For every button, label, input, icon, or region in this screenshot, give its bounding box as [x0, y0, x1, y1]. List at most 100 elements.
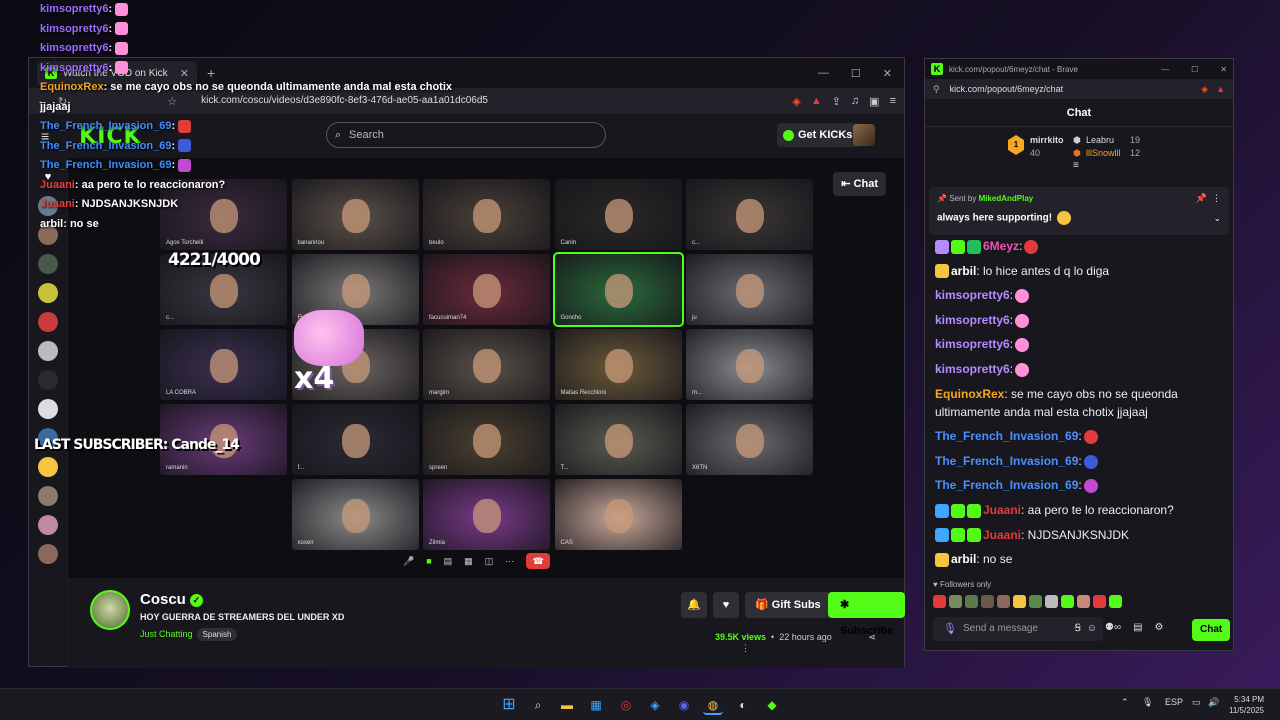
browser-tab[interactable]: K Watch the VOD on Kick ✕: [37, 61, 197, 85]
followed-channel-avatar[interactable]: [38, 225, 58, 245]
translate-icon[interactable]: Ꞩ: [1075, 617, 1081, 641]
brave-shield-icon[interactable]: ◈: [1201, 84, 1208, 95]
emote-icon[interactable]: [1077, 595, 1090, 608]
get-kicks-button[interactable]: Get KICKs: [777, 123, 861, 147]
participant-tile[interactable]: ju: [686, 254, 813, 325]
participant-tile[interactable]: xoxen: [291, 479, 419, 550]
followed-channel-avatar[interactable]: [38, 341, 58, 361]
emote-icon[interactable]: [1093, 595, 1106, 608]
search-icon[interactable]: ⌕: [528, 695, 548, 715]
chat-input[interactable]: 🎙 Send a message Ꞩ ☺: [933, 617, 1103, 641]
end-call-icon[interactable]: ☎: [526, 553, 551, 569]
followed-channel-avatar[interactable]: [38, 544, 58, 564]
file-explorer-icon[interactable]: ▬: [557, 695, 577, 715]
chat-username[interactable]: arbil: [951, 264, 976, 278]
maximize-icon[interactable]: ☐: [1191, 65, 1198, 74]
close-window-icon[interactable]: ✕: [1220, 65, 1227, 74]
participant-tile[interactable]: Agos Torchelli: [160, 179, 287, 250]
pinned-by-user[interactable]: MikedAndPlay: [979, 194, 1034, 203]
hamburger-icon[interactable]: ≡: [41, 128, 49, 144]
search-input[interactable]: ⌕ Search: [326, 122, 606, 148]
app-icon[interactable]: ◎: [616, 695, 636, 715]
store-icon[interactable]: ▦: [586, 695, 606, 715]
minimize-icon[interactable]: —: [1161, 65, 1169, 74]
participant-tile[interactable]: Canin: [554, 179, 682, 250]
close-window-icon[interactable]: ✕: [883, 67, 892, 80]
close-tab-icon[interactable]: ✕: [180, 67, 189, 80]
subscribe-button[interactable]: ✱ Subscribe: [828, 592, 906, 637]
chat-username[interactable]: The_French_Invasion_69: [935, 454, 1078, 468]
participant-tile[interactable]: spreen: [423, 404, 550, 475]
language-indicator[interactable]: ESP: [1165, 697, 1183, 707]
reload-icon[interactable]: ↻: [58, 95, 67, 108]
emote-icon[interactable]: [965, 595, 978, 608]
obs-icon[interactable]: ◐: [733, 695, 753, 715]
emote-icon[interactable]: [1029, 595, 1042, 608]
maximize-icon[interactable]: ☐: [851, 67, 861, 80]
streamer-avatar[interactable]: [90, 590, 130, 630]
new-tab-icon[interactable]: +: [207, 65, 215, 81]
participant-tile[interactable]: bananirou: [291, 179, 419, 250]
followed-channel-avatar[interactable]: [38, 254, 58, 274]
emote-icon[interactable]: [1109, 595, 1122, 608]
chat-username[interactable]: Juaani: [983, 528, 1021, 542]
chat-username[interactable]: kimsopretty6: [935, 362, 1010, 376]
gift-subs-button[interactable]: 🎁 Gift Subs: [745, 592, 831, 618]
language-tag[interactable]: Spanish: [196, 628, 238, 641]
discord-icon[interactable]: ◉: [674, 695, 694, 715]
pinned-more-icon[interactable]: ⋮: [1212, 193, 1221, 204]
camera-control-icon[interactable]: ■: [426, 556, 431, 566]
emote-icon[interactable]: [997, 595, 1010, 608]
expand-leaderboard-icon[interactable]: ≡: [1073, 160, 1079, 171]
streamer-name[interactable]: Coscu ✓: [140, 591, 203, 608]
participant-tile[interactable]: f...: [291, 404, 419, 475]
participant-tile[interactable]: Matias Recchioni: [554, 329, 682, 400]
system-clock[interactable]: 5:34 PM 11/5/2025: [1229, 694, 1264, 716]
media-icon[interactable]: ♫: [851, 95, 859, 108]
following-heart-icon[interactable]: ♥: [38, 167, 58, 187]
popout-url[interactable]: kick.com/popout/6meyz/chat: [950, 84, 1064, 94]
chat-username[interactable]: Juaani: [983, 503, 1021, 517]
emote-icon[interactable]: [1045, 595, 1058, 608]
kick-logo[interactable]: KICK: [79, 124, 141, 149]
brave-shield-icon[interactable]: ◈: [792, 95, 800, 108]
participant-tile[interactable]: Goncho: [552, 252, 684, 327]
voice-icon[interactable]: 🎙: [943, 617, 957, 641]
chat-username[interactable]: 6Meyz: [983, 239, 1019, 253]
wallet-icon[interactable]: ▣: [869, 95, 879, 108]
network-icon[interactable]: ▭: [1192, 697, 1201, 708]
chat-username[interactable]: kimsopretty6: [935, 313, 1010, 327]
kicks-icon[interactable]: ⚉∞: [1105, 622, 1121, 633]
share-icon[interactable]: ⋖: [868, 632, 876, 642]
url-field[interactable]: kick.com/coscu/videos/d3e890fc-8ef3-476d…: [187, 92, 728, 110]
screen-control-icon[interactable]: ◫: [485, 556, 494, 567]
followed-channel-avatar[interactable]: [38, 515, 58, 535]
minimize-icon[interactable]: —: [818, 67, 829, 80]
chat-username[interactable]: kimsopretty6: [935, 337, 1010, 351]
chat-username[interactable]: The_French_Invasion_69: [935, 478, 1078, 492]
settings-icon[interactable]: ⚙: [1155, 622, 1164, 633]
chat-send-button[interactable]: Chat: [1192, 619, 1231, 641]
volume-icon[interactable]: 🔊: [1208, 697, 1219, 708]
store-icon[interactable]: ▤: [1133, 622, 1142, 633]
grid-control-icon[interactable]: ▦: [464, 556, 473, 567]
emote-icon[interactable]: [1061, 595, 1074, 608]
followed-channel-avatar[interactable]: [38, 196, 58, 216]
bookmark-icon[interactable]: ☆: [167, 95, 177, 108]
followed-channel-avatar[interactable]: [38, 283, 58, 303]
participant-tile[interactable]: CAS: [554, 479, 682, 550]
chat-toggle-button[interactable]: ⇤ Chat: [833, 172, 886, 196]
participant-tile[interactable]: LA COBRA: [160, 329, 287, 400]
share-icon[interactable]: ⇪: [832, 95, 841, 108]
chat-username[interactable]: kimsopretty6: [935, 288, 1010, 302]
participant-tile[interactable]: m...: [686, 329, 813, 400]
followed-channel-avatar[interactable]: [38, 486, 58, 506]
menu-icon[interactable]: ≡: [890, 95, 896, 108]
chat-control-icon[interactable]: ▤: [444, 556, 453, 567]
vscode-icon[interactable]: ◈: [645, 695, 665, 715]
participant-tile[interactable]: T...: [554, 404, 682, 475]
back-icon[interactable]: ←: [37, 95, 48, 107]
more-options-icon[interactable]: ⋮: [741, 643, 750, 653]
chat-username[interactable]: The_French_Invasion_69: [935, 429, 1078, 443]
kick-app-icon[interactable]: ◆: [762, 695, 782, 715]
